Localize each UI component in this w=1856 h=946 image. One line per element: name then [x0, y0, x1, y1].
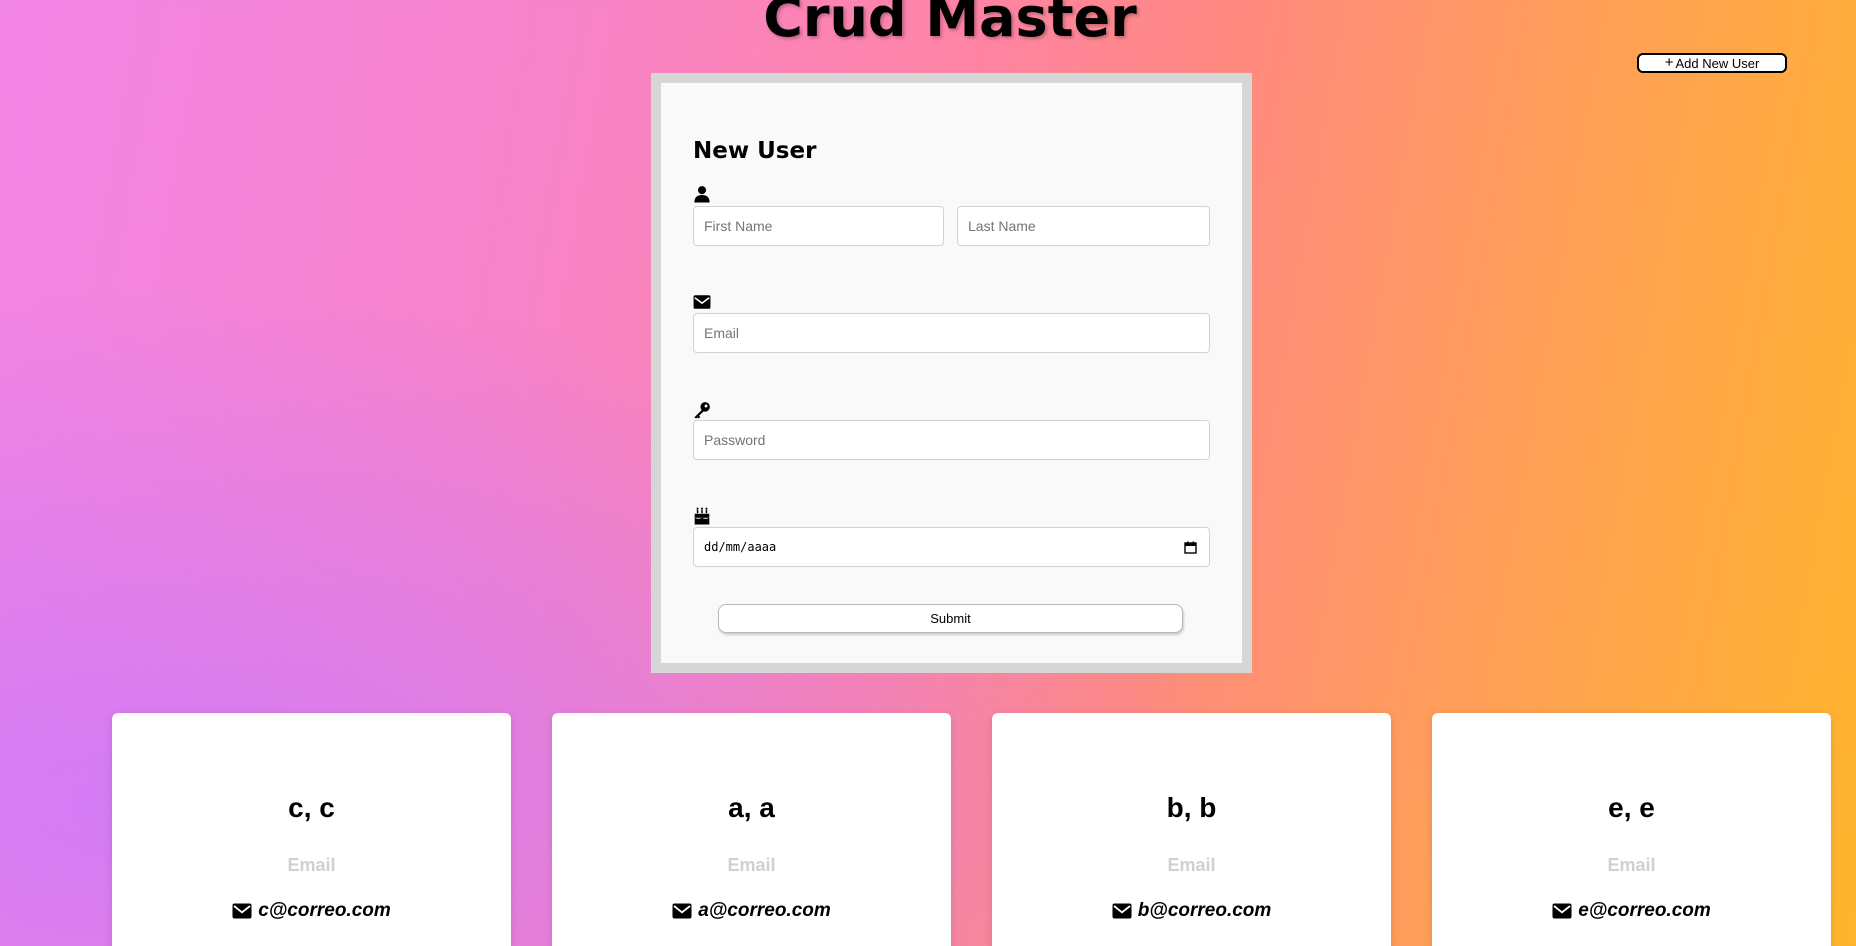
email-label: Email	[727, 855, 776, 875]
user-name: b, b	[1166, 792, 1217, 823]
user-icon	[694, 186, 710, 203]
user-email: a@correo.com	[698, 900, 831, 921]
user-name: c, c	[288, 792, 335, 823]
user-email-row: e@correo.com	[1432, 900, 1831, 922]
new-user-form: New User dd/mm/aaaa Submit	[651, 73, 1252, 673]
birthday-cake-icon	[694, 507, 710, 525]
email-input[interactable]	[693, 313, 1210, 353]
last-name-input[interactable]	[957, 206, 1210, 246]
user-email-row: a@correo.com	[552, 900, 951, 922]
email-label: Email	[1167, 855, 1216, 875]
user-card: b, b Email b@correo.com	[992, 713, 1391, 946]
envelope-icon	[1112, 903, 1132, 919]
envelope-icon	[693, 295, 711, 309]
user-name: a, a	[728, 792, 775, 823]
envelope-icon	[232, 903, 252, 919]
user-card: c, c Email c@correo.com	[112, 713, 511, 946]
user-email-row: b@correo.com	[992, 900, 1391, 922]
user-email-row: c@correo.com	[112, 900, 511, 922]
user-card: a, a Email a@correo.com	[552, 713, 951, 946]
birthdate-input[interactable]: dd/mm/aaaa	[693, 527, 1210, 567]
add-new-user-label: Add New User	[1675, 55, 1760, 71]
add-new-user-button[interactable]: + Add New User	[1637, 53, 1787, 73]
user-card: e, e Email e@correo.com	[1432, 713, 1831, 946]
email-label: Email	[287, 855, 336, 875]
envelope-icon	[672, 903, 692, 919]
submit-button[interactable]: Submit	[718, 604, 1183, 633]
user-email: e@correo.com	[1578, 900, 1711, 921]
password-input[interactable]	[693, 420, 1210, 460]
calendar-icon[interactable]	[1184, 541, 1197, 554]
user-name: e, e	[1608, 792, 1655, 823]
form-heading: New User	[693, 138, 817, 164]
birthdate-value: dd/mm/aaaa	[704, 540, 777, 554]
first-name-input[interactable]	[693, 206, 944, 246]
page-title: Crud Master	[763, 0, 1137, 49]
plus-icon: +	[1664, 54, 1674, 71]
user-email: b@correo.com	[1137, 900, 1272, 921]
envelope-icon	[1552, 903, 1572, 919]
user-email: c@correo.com	[258, 900, 391, 921]
email-label: Email	[1607, 855, 1656, 875]
key-icon	[694, 402, 710, 419]
